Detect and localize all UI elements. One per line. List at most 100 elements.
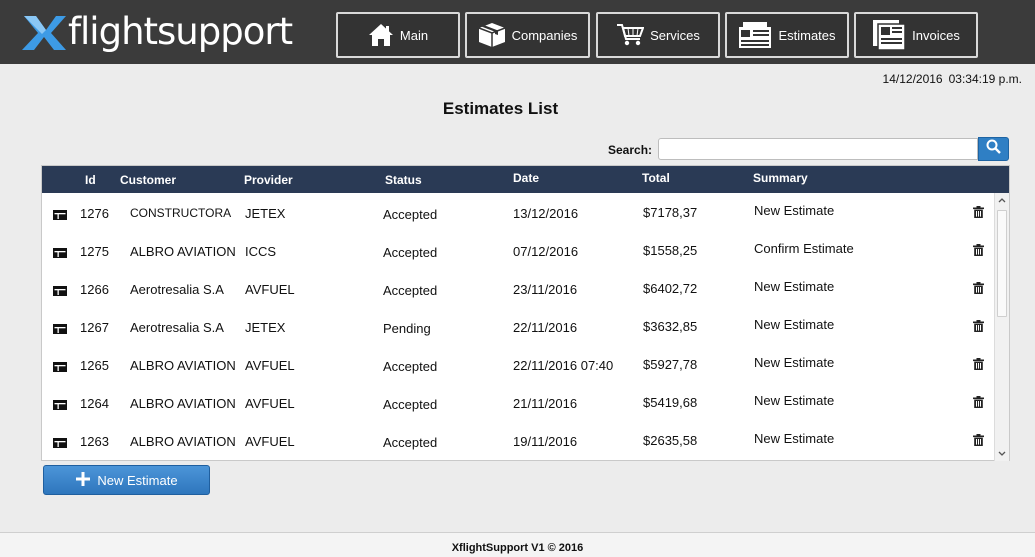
table-row[interactable]: 1265 ALBRO AVIATION AVFUEL Accepted 22/11/20… (42, 345, 994, 383)
cell-total: $3632,85 (643, 319, 698, 334)
cell-customer: ALBRO AVIATION (130, 396, 236, 411)
trash-icon[interactable] (973, 282, 984, 294)
table-row[interactable]: 1266 Aerotresalia S.A AVFUEL Accepted 23/11/… (42, 269, 994, 307)
current-time: 03:34:19 p.m. (948, 72, 1022, 86)
column-header-total[interactable]: Total (642, 171, 670, 185)
cell-customer: ALBRO AVIATION (130, 358, 236, 373)
cell-summary: New Estimate (754, 393, 835, 408)
cell-id: 1264 (80, 396, 109, 411)
trash-icon[interactable] (973, 434, 984, 446)
cell-summary: Confirm Estimate (754, 241, 854, 256)
cell-total: $5419,68 (643, 395, 698, 410)
trash-icon[interactable] (973, 396, 984, 408)
cell-id: 1263 (80, 434, 109, 449)
cell-date: 19/11/2016 (513, 434, 578, 449)
cell-status: Accepted (383, 397, 438, 412)
search-input[interactable] (658, 138, 978, 160)
trash-icon[interactable] (973, 320, 984, 332)
nav-companies-button[interactable]: Companies (465, 12, 590, 58)
table-row[interactable]: 1267 Aerotresalia S.A JETEX Pending 22/11/20… (42, 307, 994, 345)
cell-id: 1275 (80, 244, 109, 259)
cell-summary: New Estimate (754, 355, 835, 370)
cell-customer: Aerotresalia S.A (130, 320, 224, 335)
cell-provider: JETEX (245, 206, 286, 221)
view-icon[interactable] (53, 436, 67, 448)
cell-date: 22/11/2016 (513, 320, 578, 335)
app-logo[interactable]: flightsupport (22, 10, 293, 54)
cell-status: Accepted (383, 359, 438, 374)
nav-services-button[interactable]: Services (596, 12, 720, 58)
trash-icon[interactable] (973, 244, 984, 256)
column-header-customer[interactable]: Customer (120, 173, 176, 187)
table-row[interactable]: 1276 CONSTRUCTORA JETEX Accepted 13/12/2016 $… (42, 193, 994, 231)
view-icon[interactable] (53, 284, 67, 296)
invoice-icon (872, 19, 906, 51)
cell-total: $6402,72 (643, 281, 698, 296)
box-icon (478, 22, 506, 48)
table-row[interactable]: 1275 ALBRO AVIATION ICCS Accepted 07/12/2016… (42, 231, 994, 269)
view-icon[interactable] (53, 208, 67, 220)
cell-status: Accepted (383, 207, 438, 222)
cell-summary: New Estimate (754, 431, 835, 446)
table-row[interactable]: 1263 ALBRO AVIATION AVFUEL Accepted 19/11/20… (42, 421, 994, 459)
logo-text-support: support (157, 10, 293, 53)
scroll-down-icon[interactable] (995, 446, 1009, 461)
nav-invoices-button[interactable]: Invoices (854, 12, 978, 58)
column-header-provider[interactable]: Provider (244, 173, 293, 187)
view-icon[interactable] (53, 398, 67, 410)
search-button[interactable] (978, 137, 1009, 161)
estimate-icon (738, 21, 772, 49)
column-header-status[interactable]: Status (385, 173, 422, 187)
new-estimate-button[interactable]: New Estimate (43, 465, 210, 495)
cell-status: Accepted (383, 283, 438, 298)
cell-provider: AVFUEL (245, 358, 295, 373)
cell-summary: New Estimate (754, 317, 835, 332)
current-date: 14/12/2016 (882, 72, 943, 86)
trash-icon[interactable] (973, 206, 984, 218)
cell-provider: AVFUEL (245, 434, 295, 449)
cell-provider: JETEX (245, 320, 286, 335)
logo-text-flight: flight (68, 10, 158, 53)
cell-id: 1265 (80, 358, 109, 373)
view-icon[interactable] (53, 360, 67, 372)
column-header-summary[interactable]: Summary (753, 171, 808, 185)
view-icon[interactable] (53, 246, 67, 258)
scroll-up-icon[interactable] (995, 193, 1009, 208)
cart-icon (616, 23, 645, 47)
nav-main-button[interactable]: Main (336, 12, 460, 58)
nav-companies-label: Companies (511, 27, 578, 43)
cell-total: $2635,58 (643, 433, 698, 448)
table-scrollbar[interactable] (994, 193, 1009, 461)
cell-provider: AVFUEL (245, 396, 295, 411)
footer-text: XflightSupport V1 © 2016 (451, 542, 584, 554)
view-icon[interactable] (53, 322, 67, 334)
cell-date: 22/11/2016 07:40 (513, 358, 614, 373)
estimates-table: Id Customer Provider Status Date Total S… (41, 165, 1010, 461)
column-header-date[interactable]: Date (513, 171, 539, 185)
table-row[interactable]: 1264 ALBRO AVIATION AVFUEL Accepted 21/11/20… (42, 383, 994, 421)
nav-main-label: Main (399, 27, 429, 43)
cell-total: $7178,37 (643, 205, 698, 220)
nav-estimates-label: Estimates (778, 27, 836, 43)
footer: XflightSupport V1 © 2016 (0, 533, 1035, 557)
table-header: Id Customer Provider Status Date Total S… (42, 166, 1009, 193)
cell-summary: New Estimate (754, 279, 835, 294)
column-header-id[interactable]: Id (85, 173, 96, 187)
trash-icon[interactable] (973, 358, 984, 370)
current-datetime: 14/12/2016 03:34:19 p.m. (883, 72, 1022, 86)
cell-total: $5927,78 (643, 357, 698, 372)
cell-status: Accepted (383, 245, 438, 260)
cell-customer: CONSTRUCTORA (130, 206, 232, 220)
scrollbar-thumb[interactable] (997, 210, 1007, 317)
nav-estimates-button[interactable]: Estimates (725, 12, 849, 58)
cell-total: $1558,25 (643, 243, 698, 258)
cell-id: 1266 (80, 282, 109, 297)
logo-wordmark: flightsupport (68, 10, 293, 53)
cell-provider: ICCS (245, 244, 277, 259)
nav-invoices-label: Invoices (912, 27, 960, 43)
search-label: Search: (608, 143, 653, 157)
cell-date: 13/12/2016 (513, 206, 579, 221)
new-estimate-label: New Estimate (97, 472, 178, 488)
top-bar: flightsupport Main Companies Services Es… (0, 0, 1035, 64)
cell-provider: AVFUEL (245, 282, 295, 297)
